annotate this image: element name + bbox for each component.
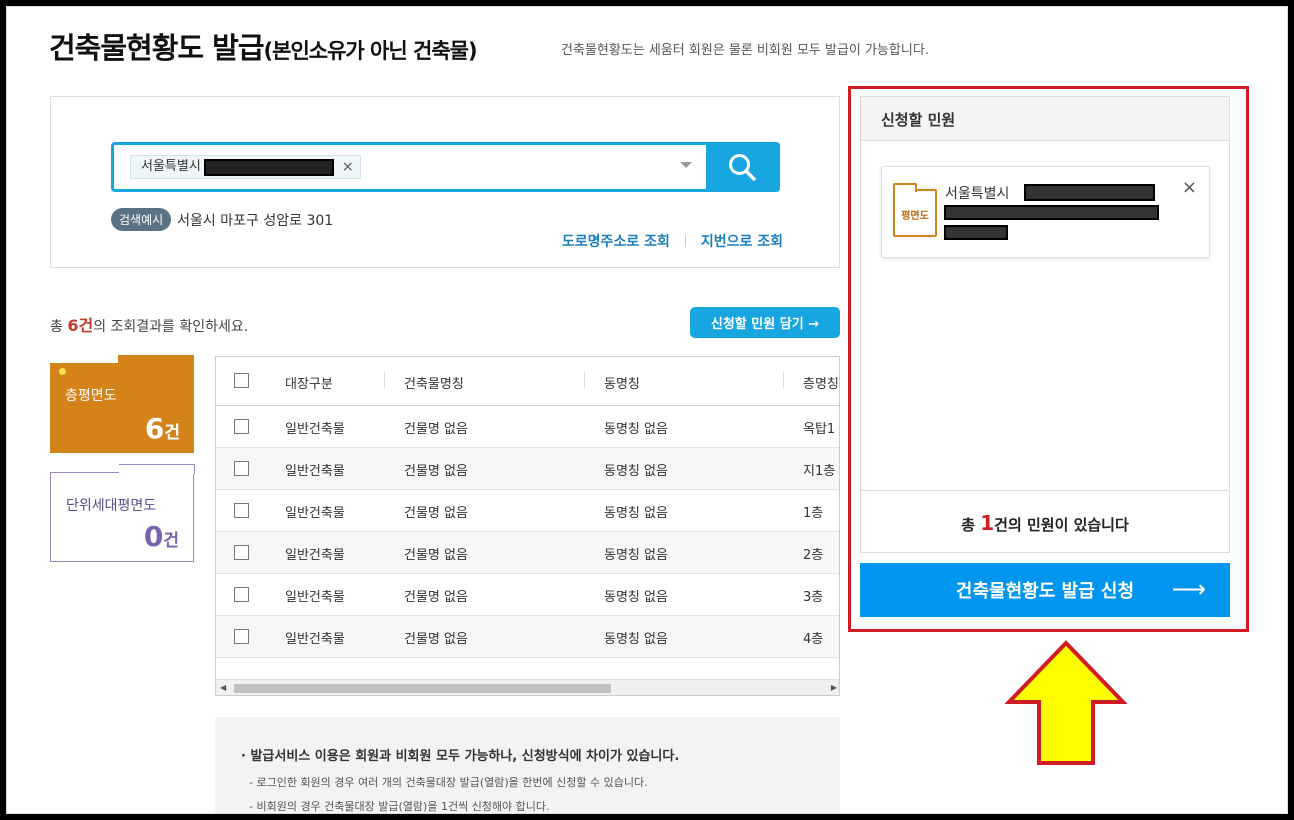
search-example-text: 서울시 마포구 성암로 301 (177, 212, 334, 229)
cell-dong-name: 동명칭 없음 (604, 548, 668, 563)
search-panel: 서울특별시 × 검색예시 서울시 마포구 성암로 301 도로명주소로 조회 지… (50, 96, 840, 268)
table-row[interactable]: 일반건축물 건물명 없음 동명칭 없음 지1층 (216, 448, 839, 490)
cell-type: 일반건축물 (285, 590, 345, 605)
header-divider (584, 372, 585, 388)
header-floor-name[interactable]: 층명칭 (803, 373, 839, 392)
info-line: - 로그인한 회원의 경우 여러 개의 건축물대장 발급(열람)을 한번에 신청… (249, 776, 648, 789)
category-count-value: 0 (143, 520, 164, 553)
search-example: 검색예시 서울시 마포구 성암로 301 (111, 208, 333, 231)
cell-floor-name: 1층 (803, 506, 824, 521)
table-row[interactable]: 일반건축물 건물명 없음 동명칭 없음 4층 (216, 616, 839, 658)
dropdown-caret-icon[interactable] (680, 162, 692, 168)
card-tab (119, 464, 195, 474)
select-all-checkbox[interactable] (234, 373, 249, 388)
card-tab (118, 355, 194, 365)
cell-type: 일반건축물 (285, 548, 345, 563)
cell-building-name: 건물명 없음 (404, 548, 468, 563)
table-header-row: 대장구분 건축물명칭 동명칭 층명칭 (216, 357, 839, 406)
row-checkbox[interactable] (234, 545, 249, 560)
add-to-request-button[interactable]: 신청할 민원 담기 → (690, 307, 840, 338)
cell-building-name: 건물명 없음 (404, 422, 468, 437)
result-suffix: 의 조회결과를 확인하세요. (93, 319, 249, 335)
cell-floor-name: 4층 (803, 632, 824, 647)
scroll-left-icon[interactable]: ◀ (220, 683, 226, 692)
address-search-input[interactable]: 서울특별시 × (111, 142, 780, 192)
category-card-floor-plan[interactable]: 층평면도 6건 (50, 355, 194, 453)
header-dong-name[interactable]: 동명칭 (604, 373, 640, 392)
table-row[interactable]: 일반건축물 건물명 없음 동명칭 없음 3층 (216, 574, 839, 616)
lot-number-lookup-link[interactable]: 지번으로 조회 (701, 231, 783, 251)
page: 건축물현황도 발급(본인소유가 아닌 건축물) 건축물현황도는 세움터 회원은 … (6, 6, 1288, 814)
row-checkbox[interactable] (234, 419, 249, 434)
row-checkbox[interactable] (234, 629, 249, 644)
row-checkbox[interactable] (234, 503, 249, 518)
search-icon (729, 154, 756, 181)
cell-type: 일반건축물 (285, 506, 345, 521)
header-building-name[interactable]: 건축물명칭 (404, 373, 464, 392)
table-row[interactable]: 일반건축물 건물명 없음 동명칭 없음 옥탑1 (216, 406, 839, 448)
result-count: 6건 (67, 316, 94, 335)
cell-dong-name: 동명칭 없음 (604, 506, 668, 521)
cell-dong-name: 동명칭 없음 (604, 464, 668, 479)
category-count: 0건 (144, 520, 179, 553)
header-divider (384, 372, 385, 388)
search-button[interactable] (706, 142, 780, 192)
cell-dong-name: 동명칭 없음 (604, 422, 668, 437)
road-address-lookup-link[interactable]: 도로명주소로 조회 (562, 231, 670, 251)
cell-building-name: 건물명 없음 (404, 590, 468, 605)
info-line: - 비회원의 경우 건축물대장 발급(열람)을 1건씩 신청해야 합니다. (249, 800, 550, 813)
result-prefix: 총 (50, 319, 68, 335)
table-row[interactable]: 일반건축물 건물명 없음 동명칭 없음 2층 (216, 532, 839, 574)
lookup-links: 도로명주소로 조회 지번으로 조회 (562, 231, 783, 251)
category-label: 단위세대평면도 (66, 498, 157, 514)
page-title-sub: (본인소유가 아닌 건축물) (263, 39, 478, 63)
service-info-box: · 발급서비스 이용은 회원과 비회원 모두 가능하나, 신청방식에 차이가 있… (215, 717, 840, 813)
category-count: 6건 (145, 412, 180, 445)
cell-dong-name: 동명칭 없음 (604, 632, 668, 647)
cell-floor-name: 옥탑1 (803, 422, 836, 437)
category-count-unit: 건 (164, 423, 180, 443)
row-checkbox[interactable] (234, 461, 249, 476)
cell-type: 일반건축물 (285, 422, 345, 437)
highlight-box (848, 86, 1249, 632)
cell-building-name: 건물명 없음 (404, 506, 468, 521)
cell-building-name: 건물명 없음 (404, 632, 468, 647)
cell-floor-name: 3층 (803, 590, 824, 605)
results-table: 대장구분 건축물명칭 동명칭 층명칭 일반건축물 건물명 없음 동명칭 없음 옥… (215, 356, 840, 696)
redacted-text (203, 158, 334, 176)
chip-remove-icon[interactable]: × (342, 156, 354, 178)
category-label: 층평면도 (65, 388, 117, 404)
page-title: 건축물현황도 발급(본인소유가 아닌 건축물) (49, 25, 478, 67)
cell-dong-name: 동명칭 없음 (604, 590, 668, 605)
search-example-badge: 검색예시 (111, 208, 172, 231)
category-card-unit-plan[interactable]: 단위세대평면도 0건 (50, 464, 195, 562)
result-summary: 총 6건의 조회결과를 확인하세요. (50, 312, 248, 336)
category-count-unit: 건 (163, 531, 179, 551)
cell-floor-name: 2층 (803, 548, 824, 563)
active-dot-icon (59, 368, 66, 375)
cell-type: 일반건축물 (285, 464, 345, 479)
header-type[interactable]: 대장구분 (285, 373, 333, 392)
address-chip-label: 서울특별시 (141, 159, 201, 174)
row-checkbox[interactable] (234, 587, 249, 602)
link-divider (684, 235, 686, 247)
category-count-value: 6 (144, 412, 165, 445)
cell-floor-name: 지1층 (803, 464, 836, 479)
cell-building-name: 건물명 없음 (404, 464, 468, 479)
address-chip: 서울특별시 × (130, 155, 361, 179)
header-divider (783, 372, 784, 388)
scroll-right-icon[interactable]: ▶ (831, 683, 837, 692)
page-title-main: 건축물현황도 발급 (49, 31, 265, 65)
table-row[interactable]: 일반건축물 건물명 없음 동명칭 없음 1층 (216, 490, 839, 532)
scrollbar-thumb[interactable] (234, 684, 611, 693)
horizontal-scrollbar[interactable]: ◀ ▶ (216, 679, 839, 695)
info-line: · 발급서비스 이용은 회원과 비회원 모두 가능하나, 신청방식에 차이가 있… (241, 749, 680, 764)
page-description: 건축물현황도는 세움터 회원은 물론 비회원 모두 발급이 가능합니다. (561, 43, 929, 58)
up-arrow-annotation-icon (1005, 640, 1127, 765)
cell-type: 일반건축물 (285, 632, 345, 647)
